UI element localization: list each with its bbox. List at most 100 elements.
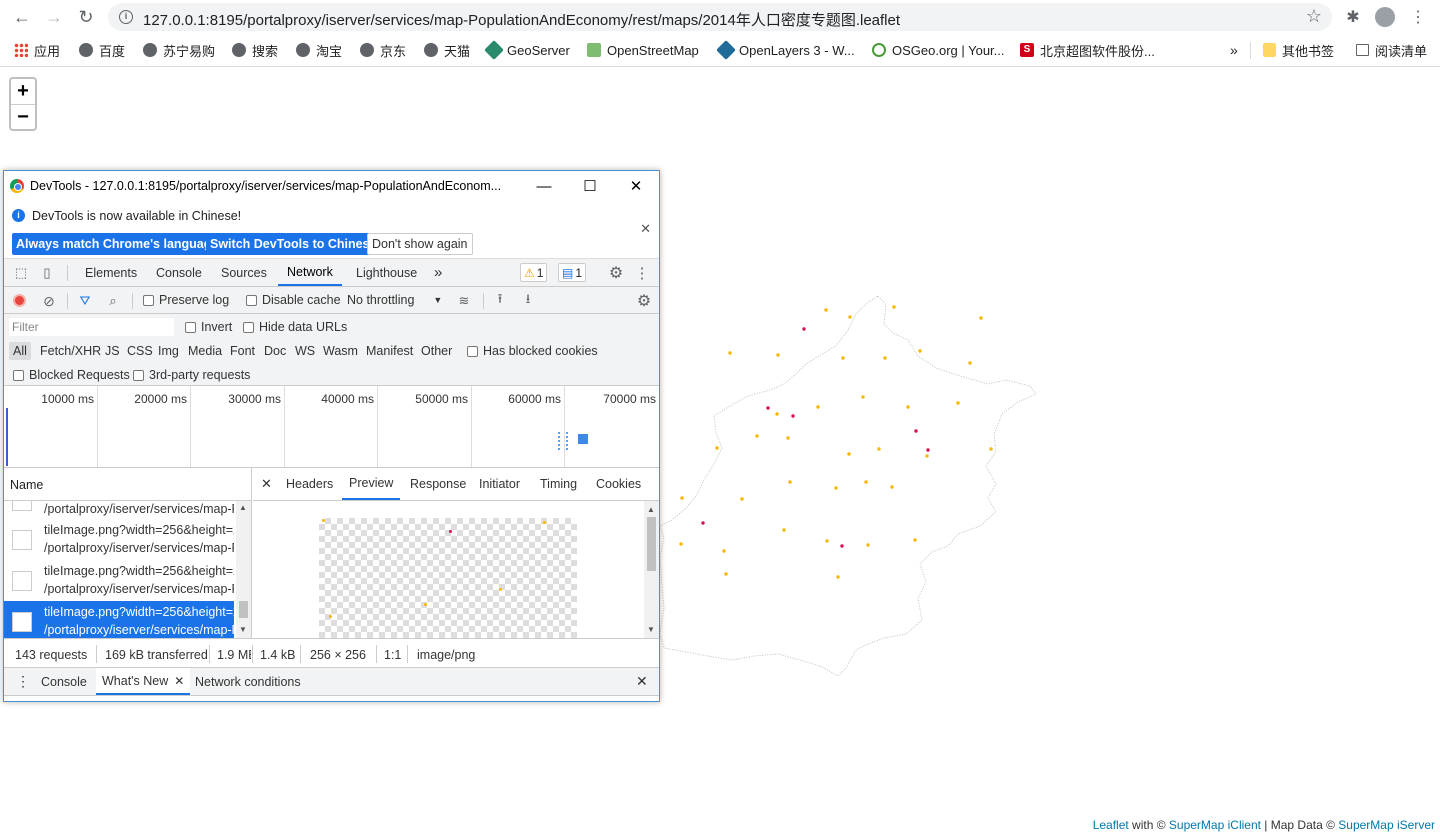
network-timeline-overview[interactable]: 10000 ms 20000 ms 30000 ms 40000 ms 5000… (4, 386, 659, 468)
record-icon[interactable] (13, 294, 26, 307)
name-column-header[interactable]: Name (4, 468, 251, 501)
close-icon[interactable]: ✕ (625, 175, 647, 197)
preserve-log-checkbox[interactable]: Preserve log (143, 293, 229, 307)
switch-to-chinese-button[interactable]: Switch DevTools to Chinese (206, 233, 381, 255)
close-drawer-icon[interactable]: ✕ (636, 668, 648, 695)
extensions-puzzle-icon[interactable]: ✱ (1341, 5, 1365, 29)
drawer-tab-whats-new[interactable]: What's New ✕ (96, 668, 191, 695)
type-filter-font[interactable]: Font (226, 342, 259, 360)
tab-initiator[interactable]: Initiator (479, 468, 520, 500)
checkbox-box[interactable] (13, 369, 24, 381)
bookmark-star-icon[interactable]: ☆ (1306, 6, 1322, 27)
reload-icon[interactable]: ↻ (74, 5, 98, 29)
maximize-icon[interactable]: ☐ (579, 175, 601, 197)
bookmark-openlayers[interactable]: OpenLayers 3 - W... (716, 40, 855, 60)
settings-gear-icon[interactable]: ⚙ (607, 264, 625, 282)
scroll-up-arrow-icon[interactable]: ▲ (239, 503, 247, 512)
infobar-close-icon[interactable]: ✕ (640, 221, 651, 237)
reading-list[interactable]: 阅读清单 (1356, 41, 1427, 59)
drawer-menu-kebab-icon[interactable]: ⋮ (16, 668, 30, 695)
type-filter-js[interactable]: JS (101, 342, 124, 360)
preview-scrollbar[interactable]: ▲ ▼ (644, 501, 659, 638)
invert-checkbox[interactable]: Invert (185, 320, 232, 334)
device-toolbar-icon[interactable]: ▯ (38, 264, 56, 282)
tab-preview[interactable]: Preview (342, 468, 401, 500)
inspect-element-icon[interactable]: ⬚ (12, 264, 30, 282)
tab-headers[interactable]: Headers (286, 468, 333, 500)
messages-badge[interactable]: ▤ 1 (558, 263, 587, 282)
tab-response[interactable]: Response (410, 468, 466, 500)
disable-cache-checkbox[interactable]: Disable cache (246, 293, 341, 307)
type-filter-all[interactable]: All (9, 342, 31, 360)
scrollbar-thumb[interactable] (647, 517, 656, 571)
warnings-badge[interactable]: ⚠ 1 (520, 263, 548, 282)
bookmark-taobao[interactable]: 淘宝 (296, 41, 342, 59)
tab-lighthouse[interactable]: Lighthouse (356, 259, 417, 286)
filter-input[interactable]: Filter (9, 318, 174, 336)
bookmark-jd[interactable]: 京东 (360, 41, 406, 59)
drawer-tab-console[interactable]: Console (41, 668, 87, 695)
has-blocked-cookies-checkbox[interactable]: Has blocked cookies (467, 344, 598, 358)
bookmark-apps[interactable]: 应用 (14, 41, 60, 59)
bookmark-supermap[interactable]: S 北京超图软件股份... (1020, 41, 1155, 59)
type-filter-ws[interactable]: WS (291, 342, 319, 360)
request-list-scrollbar[interactable]: ▲ ▼ (236, 501, 251, 638)
type-filter-other[interactable]: Other (417, 342, 456, 360)
close-detail-icon[interactable]: ✕ (261, 468, 272, 500)
table-row-selected[interactable]: tileImage.png?width=256&height=2 /portal… (4, 601, 234, 642)
url-text[interactable]: 127.0.0.1:8195/portalproxy/iserver/servi… (143, 9, 900, 30)
export-har-icon[interactable]: ⭳ (519, 291, 537, 310)
bookmarks-overflow-chevron[interactable]: » (1230, 41, 1238, 59)
forward-arrow-icon[interactable]: → (42, 5, 66, 29)
scroll-down-arrow-icon[interactable]: ▼ (239, 625, 247, 634)
checkbox-box[interactable] (467, 345, 478, 357)
network-settings-gear-icon[interactable]: ⚙ (635, 292, 653, 310)
checkbox-box[interactable] (133, 369, 144, 381)
checkbox-box[interactable] (243, 321, 254, 333)
bookmark-openstreetmap[interactable]: OpenStreetMap (587, 41, 699, 59)
bookmark-search[interactable]: 搜索 (232, 41, 278, 59)
back-arrow-icon[interactable]: ← (10, 5, 34, 29)
table-row[interactable]: tileImage.png?width=256&height=2 /portal… (4, 519, 234, 560)
type-filter-doc[interactable]: Doc (260, 342, 290, 360)
third-party-requests-checkbox[interactable]: 3rd-party requests (133, 368, 250, 382)
zoom-out-button[interactable]: − (11, 104, 35, 129)
throttling-select[interactable]: No throttling ▼ (347, 293, 442, 307)
customize-kebab-icon[interactable]: ⋮ (635, 264, 650, 282)
always-match-language-button[interactable]: Always match Chrome's language (12, 233, 223, 255)
menu-kebab-icon[interactable]: ⋮ (1406, 5, 1430, 29)
bookmark-suning[interactable]: 苏宁易购 (143, 41, 215, 59)
drawer-tab-network-conditions[interactable]: Network conditions (195, 668, 301, 695)
address-bar[interactable]: i 127.0.0.1:8195/portalproxy/iserver/ser… (108, 3, 1332, 31)
import-har-icon[interactable]: ⭱ (491, 291, 509, 310)
type-filter-wasm[interactable]: Wasm (319, 342, 362, 360)
table-row[interactable]: /portalproxy/iserver/services/map-P (4, 501, 234, 519)
checkbox-box[interactable] (143, 294, 154, 306)
bookmark-tmall[interactable]: 天猫 (424, 41, 470, 59)
bookmark-baidu[interactable]: 百度 (79, 41, 125, 59)
bookmark-geoserver[interactable]: GeoServer (484, 40, 570, 60)
scrollbar-thumb[interactable] (239, 601, 248, 618)
type-filter-fetch-xhr[interactable]: Fetch/XHR (36, 342, 105, 360)
tab-sources[interactable]: Sources (221, 259, 267, 286)
tab-network[interactable]: Network (278, 259, 342, 286)
filter-funnel-icon[interactable]: ⛛ (76, 292, 94, 310)
close-tab-icon[interactable]: ✕ (174, 674, 184, 688)
bookmark-osgeo[interactable]: OSGeo.org | Your... (872, 41, 1005, 59)
table-row[interactable]: tileImage.png?width=256&height=2 /portal… (4, 560, 234, 601)
bookmark-folder-other[interactable]: 其他书签 (1263, 41, 1334, 59)
devtools-titlebar[interactable]: DevTools - 127.0.0.1:8195/portalproxy/is… (4, 171, 659, 201)
type-filter-manifest[interactable]: Manifest (362, 342, 417, 360)
scroll-up-arrow-icon[interactable]: ▲ (647, 505, 655, 514)
scroll-down-arrow-icon[interactable]: ▼ (647, 625, 655, 634)
type-filter-media[interactable]: Media (184, 342, 226, 360)
more-tabs-chevron[interactable]: » (434, 259, 442, 286)
network-conditions-icon[interactable]: ≋ (455, 292, 473, 310)
minimize-icon[interactable]: — (533, 175, 555, 197)
tab-elements[interactable]: Elements (85, 259, 137, 286)
profile-avatar-icon[interactable] (1373, 5, 1397, 29)
type-filter-css[interactable]: CSS (123, 342, 157, 360)
hide-data-urls-checkbox[interactable]: Hide data URLs (243, 320, 347, 334)
zoom-in-button[interactable]: + (11, 79, 35, 104)
tab-console[interactable]: Console (156, 259, 202, 286)
